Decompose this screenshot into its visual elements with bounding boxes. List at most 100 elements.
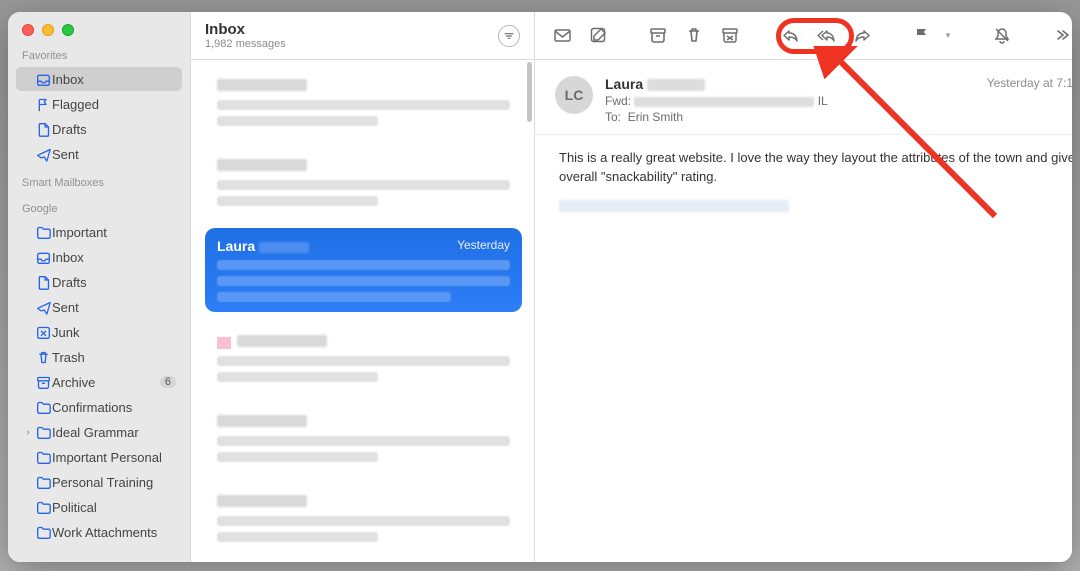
- tray-icon: [34, 72, 52, 87]
- sidebar-item-label: Junk: [52, 325, 176, 340]
- envelope-icon: [553, 26, 572, 45]
- sender-name: Laura: [605, 76, 643, 92]
- message-row[interactable]: [205, 148, 522, 216]
- sidebar-item-inbox[interactable]: Inbox: [16, 67, 182, 91]
- sidebar-item-junk[interactable]: Junk: [16, 320, 182, 344]
- sidebar-item-label: Political: [52, 500, 176, 515]
- mute-button[interactable]: [987, 21, 1017, 51]
- sidebar-item-inbox-g[interactable]: Inbox: [16, 245, 182, 269]
- sidebar-item-ideal-grammar[interactable]: › Ideal Grammar: [16, 420, 182, 444]
- reply-all-icon: [817, 26, 836, 45]
- sidebar-item-trash[interactable]: Trash: [16, 345, 182, 369]
- subject-row: Fwd: IL: [605, 94, 975, 108]
- sidebar-item-sent-g[interactable]: Sent: [16, 295, 182, 319]
- message-list[interactable]: YesterdayLaura: [191, 60, 534, 562]
- message-row-from: [217, 334, 510, 350]
- filter-icon: [502, 29, 516, 43]
- folder-icon: [34, 400, 52, 415]
- folder-icon: [34, 525, 52, 540]
- mail-window: FavoritesInboxFlaggedDraftsSentSmart Mai…: [8, 12, 1072, 562]
- trash-icon: [685, 26, 704, 45]
- reply-all-button[interactable]: [811, 21, 841, 51]
- recipients-row: To: Erin Smith: [605, 110, 975, 124]
- sidebar-item-label: Important: [52, 225, 176, 240]
- subject-redacted: [634, 97, 814, 107]
- sidebar-item-archive[interactable]: Archive6: [16, 370, 182, 394]
- subject-suffix: IL: [818, 94, 828, 108]
- sidebar-item-personal-training[interactable]: Personal Training: [16, 470, 182, 494]
- sidebar-item-drafts[interactable]: Drafts: [16, 117, 182, 141]
- flag-button[interactable]: [907, 21, 937, 51]
- message-row[interactable]: [205, 484, 522, 552]
- flag-menu-button[interactable]: ▾: [943, 21, 957, 51]
- sidebar-item-work-attachments[interactable]: Work Attachments: [16, 520, 182, 544]
- sidebar-item-label: Personal Training: [52, 475, 176, 490]
- sidebar-item-important-personal[interactable]: Important Personal: [16, 445, 182, 469]
- sidebar-item-label: Work Attachments: [52, 525, 176, 540]
- sidebar-item-label: Confirmations: [52, 400, 176, 415]
- compose-button[interactable]: [583, 21, 613, 51]
- caret-down-icon: ▾: [946, 30, 951, 41]
- sidebar-item-label: Drafts: [52, 275, 176, 290]
- sidebar-item-label: Drafts: [52, 122, 176, 137]
- paperplane-icon: [34, 300, 52, 315]
- flag-fill-icon: [913, 26, 932, 45]
- folder-icon: [34, 500, 52, 515]
- mailbox-subtitle: 1,982 messages: [205, 38, 488, 50]
- sidebar-badge: 6: [160, 376, 176, 388]
- sidebar-item-label: Ideal Grammar: [52, 425, 176, 440]
- doc-icon: [34, 275, 52, 290]
- message-link-redacted: [559, 200, 789, 212]
- message-row-date: Yesterday: [457, 238, 510, 252]
- scrollbar-thumb[interactable]: [527, 62, 532, 122]
- message-header: LC Laura Fwd: IL To: Erin Smith Yesterda…: [535, 60, 1072, 135]
- folder-icon: [34, 225, 52, 240]
- forward-button[interactable]: [847, 21, 877, 51]
- reply-icon: [781, 26, 800, 45]
- sidebar-item-label: Inbox: [52, 72, 176, 87]
- archive-button[interactable]: [643, 21, 673, 51]
- message-row-from: [217, 78, 510, 94]
- sidebar-item-label: Important Personal: [52, 450, 176, 465]
- junk-button[interactable]: [715, 21, 745, 51]
- archive-icon: [34, 375, 52, 390]
- message-row[interactable]: YesterdayLaura: [205, 228, 522, 312]
- message-text: This is a really great website. I love t…: [559, 149, 1072, 187]
- archive-icon: [649, 26, 668, 45]
- message-body: This is a really great website. I love t…: [535, 135, 1072, 232]
- minimize-window-button[interactable]: [42, 24, 54, 36]
- xbox-icon: [34, 325, 52, 340]
- delete-button[interactable]: [679, 21, 709, 51]
- sidebar-item-confirmations[interactable]: Confirmations: [16, 395, 182, 419]
- sidebar-item-label: Sent: [52, 147, 176, 162]
- folder-icon: [34, 425, 52, 440]
- zoom-window-button[interactable]: [62, 24, 74, 36]
- close-window-button[interactable]: [22, 24, 34, 36]
- sidebar-group-label: Smart Mailboxes: [8, 167, 190, 193]
- chevrons-icon: [1053, 26, 1072, 45]
- filter-button[interactable]: [498, 25, 520, 47]
- sender-name-row: Laura: [605, 76, 975, 92]
- sidebar-item-drafts-g[interactable]: Drafts: [16, 270, 182, 294]
- sidebar-item-label: Flagged: [52, 97, 176, 112]
- mailbox-title: Inbox: [205, 21, 488, 38]
- get-mail-button[interactable]: [547, 21, 577, 51]
- sidebar-group-label: Google: [8, 193, 190, 219]
- sidebar-item-label: Archive: [52, 375, 160, 390]
- reply-button[interactable]: [775, 21, 805, 51]
- trash-icon: [34, 350, 52, 365]
- bell-slash-icon: [993, 26, 1012, 45]
- junkbox-icon: [721, 26, 740, 45]
- sidebar-item-political[interactable]: Political: [16, 495, 182, 519]
- message-list-pane: Inbox 1,982 messages YesterdayLaura: [190, 12, 535, 562]
- sidebar-item-flagged[interactable]: Flagged: [16, 92, 182, 116]
- message-row-from: [217, 414, 510, 430]
- sidebar-item-sent[interactable]: Sent: [16, 142, 182, 166]
- message-row[interactable]: [205, 404, 522, 472]
- more-button[interactable]: [1047, 21, 1072, 51]
- message-row[interactable]: [205, 324, 522, 392]
- folder-icon: [34, 475, 52, 490]
- message-row[interactable]: [205, 68, 522, 136]
- sidebar-item-important[interactable]: Important: [16, 220, 182, 244]
- chevron-icon: ›: [22, 427, 34, 437]
